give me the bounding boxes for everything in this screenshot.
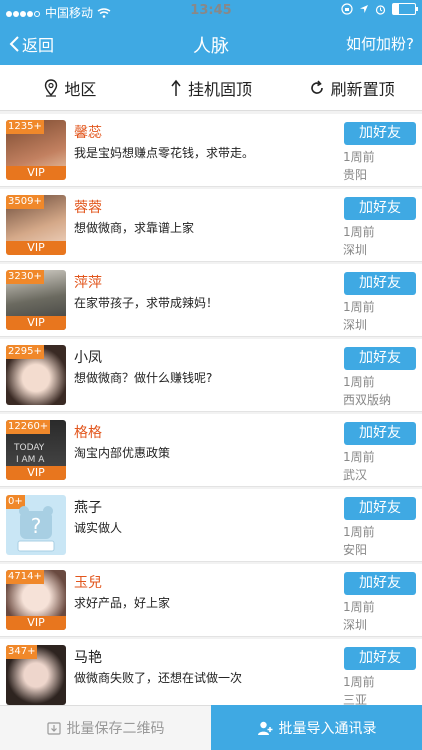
svg-text:?: ? bbox=[31, 514, 42, 538]
nav-bar: 返回 人脉 如何加粉? bbox=[0, 22, 422, 65]
how-to-add-fans-link[interactable]: 如何加粉? bbox=[346, 33, 414, 54]
contact-description: 在家带孩子，求带成辣妈！ bbox=[74, 296, 219, 310]
fans-count-badge: 3230+ bbox=[6, 270, 44, 284]
contact-name: 玉兒 bbox=[74, 575, 102, 591]
avatar[interactable]: 0+ ? bbox=[6, 495, 66, 555]
add-friend-button[interactable]: 加好友 bbox=[344, 122, 416, 145]
add-friend-button[interactable]: 加好友 bbox=[344, 197, 416, 220]
status-bar: 中国移动 13:45 bbox=[0, 0, 422, 22]
contact-time: 1周前 bbox=[343, 225, 375, 239]
avatar[interactable]: 1235+ VIP bbox=[6, 120, 66, 180]
contact-location: 深圳 bbox=[343, 243, 368, 257]
vip-badge: VIP bbox=[6, 166, 66, 180]
add-friend-button[interactable]: 加好友 bbox=[344, 422, 416, 445]
contact-location: 深圳 bbox=[343, 618, 368, 632]
filter-refresh-top[interactable]: 刷新置顶 bbox=[281, 65, 422, 110]
add-friend-button[interactable]: 加好友 bbox=[344, 272, 416, 295]
list-item[interactable]: 12260+ TODAY I AM A VIP 格格 淘宝内部优惠政策 加好友 … bbox=[0, 414, 422, 487]
rotation-lock-icon bbox=[341, 3, 353, 15]
filter-pin-top-label: 挂机固顶 bbox=[188, 79, 253, 99]
contact-description: 想做微商？做什么赚钱呢? bbox=[74, 371, 213, 385]
batch-import-label: 批量导入通讯录 bbox=[278, 720, 377, 737]
contact-name: 萍萍 bbox=[74, 275, 102, 291]
fans-count-badge: 347+ bbox=[6, 645, 38, 659]
bottom-action-bar: 批量保存二维码 批量导入通讯录 bbox=[0, 705, 422, 750]
contact-name: 小凤 bbox=[74, 350, 102, 366]
contact-name: 格格 bbox=[74, 425, 102, 441]
vip-badge: VIP bbox=[6, 466, 66, 480]
alarm-icon bbox=[375, 4, 386, 15]
list-item[interactable]: 3509+ VIP 蓉蓉 想做微商，求靠谱上家 加好友 1周前 深圳 bbox=[0, 189, 422, 262]
save-icon bbox=[46, 722, 61, 735]
battery-icon bbox=[392, 3, 418, 15]
list-item[interactable]: 347+ 马艳 做微商失败了，还想在试做一次 加好友 1周前 三亚 bbox=[0, 639, 422, 712]
contact-description: 求好产品，好上家 bbox=[74, 596, 171, 610]
contact-time: 1周前 bbox=[343, 600, 375, 614]
contact-name: 馨蕊 bbox=[74, 125, 102, 141]
batch-save-label: 批量保存二维码 bbox=[66, 721, 165, 737]
add-friend-button[interactable]: 加好友 bbox=[344, 572, 416, 595]
filter-refresh-label: 刷新置顶 bbox=[330, 79, 395, 99]
batch-import-contacts-button[interactable]: 批量导入通讯录 bbox=[211, 705, 422, 750]
avatar[interactable]: 2295+ bbox=[6, 345, 66, 405]
add-friend-button[interactable]: 加好友 bbox=[344, 347, 416, 370]
list-item[interactable]: 3230+ VIP 萍萍 在家带孩子，求带成辣妈！ 加好友 1周前 深圳 bbox=[0, 264, 422, 337]
contact-name: 蓉蓉 bbox=[74, 200, 102, 216]
svg-text:TODAY: TODAY bbox=[13, 443, 45, 453]
svg-text:I AM A: I AM A bbox=[16, 455, 45, 465]
avatar[interactable]: 3230+ VIP bbox=[6, 270, 66, 330]
batch-save-qrcode-button[interactable]: 批量保存二维码 bbox=[0, 705, 211, 750]
contact-list: 1235+ VIP 馨蕊 我是宝妈想赚点零花钱，求带走。 加好友 1周前 贵阳 … bbox=[0, 114, 422, 714]
location-pin-icon bbox=[45, 78, 58, 97]
contact-time: 1周前 bbox=[343, 375, 375, 389]
fans-count-badge: 3509+ bbox=[6, 195, 44, 209]
fans-count-badge: 4714+ bbox=[6, 570, 44, 584]
contact-location: 贵阳 bbox=[343, 168, 368, 182]
status-right bbox=[341, 3, 418, 15]
contact-location: 深圳 bbox=[343, 318, 368, 332]
contact-time: 1周前 bbox=[343, 300, 375, 314]
pin-top-icon bbox=[171, 79, 181, 96]
vip-badge: VIP bbox=[6, 616, 66, 630]
filter-pin-top[interactable]: 挂机固顶 bbox=[141, 65, 282, 110]
add-friend-button[interactable]: 加好友 bbox=[344, 647, 416, 670]
vip-badge: VIP bbox=[6, 316, 66, 330]
default-avatar-icon: ? bbox=[17, 506, 55, 552]
list-item[interactable]: 4714+ VIP 玉兒 求好产品，好上家 加好友 1周前 深圳 bbox=[0, 564, 422, 637]
vip-badge: VIP bbox=[6, 241, 66, 255]
add-friend-button[interactable]: 加好友 bbox=[344, 497, 416, 520]
contact-location: 武汉 bbox=[343, 468, 368, 482]
contact-location: 西双版纳 bbox=[343, 393, 392, 407]
contact-description: 诚实做人 bbox=[74, 521, 123, 535]
contact-time: 1周前 bbox=[343, 675, 375, 689]
contact-description: 淘宝内部优惠政策 bbox=[74, 446, 171, 460]
filter-region-label: 地区 bbox=[64, 79, 97, 99]
list-item[interactable]: 1235+ VIP 馨蕊 我是宝妈想赚点零花钱，求带走。 加好友 1周前 贵阳 bbox=[0, 114, 422, 187]
avatar[interactable]: 347+ bbox=[6, 645, 66, 705]
contact-description: 做微商失败了，还想在试做一次 bbox=[74, 671, 243, 685]
contact-name: 马艳 bbox=[74, 650, 102, 666]
add-user-icon bbox=[257, 721, 272, 735]
filter-region[interactable]: 地区 bbox=[0, 65, 141, 110]
contact-description: 想做微商，求靠谱上家 bbox=[74, 221, 195, 235]
avatar[interactable]: 3509+ VIP bbox=[6, 195, 66, 255]
list-item[interactable]: 0+ ? 燕子 诚实做人 加好友 1周前 安阳 bbox=[0, 489, 422, 562]
list-item[interactable]: 2295+ 小凤 想做微商？做什么赚钱呢? 加好友 1周前 西双版纳 bbox=[0, 339, 422, 412]
contact-description: 我是宝妈想赚点零花钱，求带走。 bbox=[74, 146, 255, 160]
contact-time: 1周前 bbox=[343, 450, 375, 464]
filter-bar: 地区 挂机固顶 刷新置顶 bbox=[0, 65, 422, 111]
location-arrow-icon bbox=[360, 5, 368, 13]
contact-time: 1周前 bbox=[343, 150, 375, 164]
contact-location: 安阳 bbox=[343, 543, 368, 557]
fans-count-badge: 1235+ bbox=[6, 120, 44, 134]
contact-time: 1周前 bbox=[343, 525, 375, 539]
avatar[interactable]: 12260+ TODAY I AM A VIP bbox=[6, 420, 66, 480]
fans-count-badge: 2295+ bbox=[6, 345, 44, 359]
refresh-icon bbox=[310, 79, 323, 94]
contact-name: 燕子 bbox=[74, 500, 102, 516]
avatar[interactable]: 4714+ VIP bbox=[6, 570, 66, 630]
